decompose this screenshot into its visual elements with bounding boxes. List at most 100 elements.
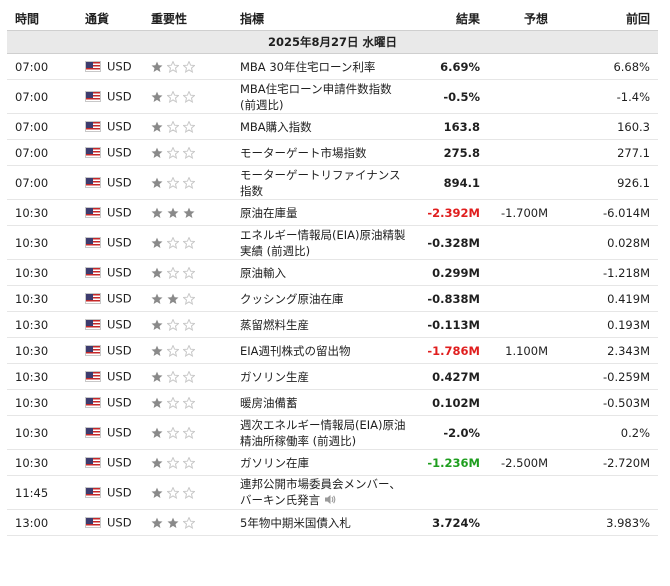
star-filled-icon bbox=[167, 207, 179, 218]
event-importance bbox=[143, 311, 232, 338]
event-time: 07:00 bbox=[7, 165, 77, 200]
column-header-importance[interactable]: 重要性 bbox=[143, 6, 232, 31]
column-header-currency[interactable]: 通貨 bbox=[77, 6, 143, 31]
event-forecast bbox=[488, 389, 556, 416]
event-row[interactable]: 10:30 USD 週次エネルギー情報局(EIA)原油精油所稼働率 (前週比) … bbox=[7, 415, 658, 450]
event-time: 07:00 bbox=[7, 79, 77, 114]
event-row[interactable]: 07:00 USD モーターゲート市場指数 275.8 277.1 bbox=[7, 139, 658, 166]
event-row[interactable]: 11:45 USD 連邦公開市場委員会メンバー、バーキン氏発言 bbox=[7, 475, 658, 510]
event-previous: -6.014M bbox=[556, 199, 658, 226]
event-row[interactable]: 10:30 USD ガソリン生産 0.427M -0.259M bbox=[7, 363, 658, 390]
event-name[interactable]: MBA住宅ローン申請件数指数 (前週比) bbox=[232, 79, 412, 114]
star-filled-icon bbox=[183, 207, 195, 218]
event-name[interactable]: 連邦公開市場委員会メンバー、バーキン氏発言 bbox=[232, 475, 412, 510]
event-name[interactable]: MBA購入指数 bbox=[232, 113, 412, 140]
event-actual: 0.102M bbox=[412, 389, 488, 416]
event-previous: 0.028M bbox=[556, 225, 658, 260]
event-name[interactable]: 蒸留燃料生産 bbox=[232, 311, 412, 338]
star-empty-icon bbox=[167, 61, 179, 73]
event-row[interactable]: 10:30 USD EIA週刊株式の留出物 -1.786M 1.100M 2.3… bbox=[7, 337, 658, 364]
event-row[interactable]: 10:30 USD 蒸留燃料生産 -0.113M 0.193M bbox=[7, 311, 658, 338]
event-name[interactable]: 暖房油備蓄 bbox=[232, 389, 412, 416]
currency-code: USD bbox=[107, 485, 132, 500]
star-filled-icon bbox=[151, 371, 163, 382]
event-row[interactable]: 07:00 USD MBA 30年住宅ローン利率 6.69% 6.68% bbox=[7, 53, 658, 80]
event-previous: 160.3 bbox=[556, 113, 658, 140]
event-name[interactable]: 週次エネルギー情報局(EIA)原油精油所稼働率 (前週比) bbox=[232, 415, 412, 450]
event-row[interactable]: 10:30 USD 暖房油備蓄 0.102M -0.503M bbox=[7, 389, 658, 416]
event-name[interactable]: ガソリン生産 bbox=[232, 363, 412, 390]
column-header-time[interactable]: 時間 bbox=[7, 6, 77, 31]
event-time: 07:00 bbox=[7, 53, 77, 80]
star-empty-icon bbox=[167, 177, 179, 189]
column-header-forecast[interactable]: 予想 bbox=[488, 6, 556, 31]
us-flag-icon bbox=[85, 61, 101, 73]
event-currency: USD bbox=[77, 285, 143, 312]
event-importance bbox=[143, 509, 232, 536]
column-header-actual[interactable]: 結果 bbox=[412, 6, 488, 31]
event-row[interactable]: 10:30 USD 原油輸入 0.299M -1.218M bbox=[7, 259, 658, 286]
event-name[interactable]: ガソリン在庫 bbox=[232, 449, 412, 476]
speaker-icon[interactable] bbox=[324, 493, 336, 509]
event-row[interactable]: 07:00 USD MBA住宅ローン申請件数指数 (前週比) -0.5% -1.… bbox=[7, 79, 658, 114]
event-row[interactable]: 10:30 USD 原油在庫量 -2.392M -1.700M -6.014M bbox=[7, 199, 658, 226]
star-empty-icon bbox=[183, 397, 195, 409]
event-time: 10:30 bbox=[7, 259, 77, 286]
event-actual: -0.838M bbox=[412, 285, 488, 312]
event-previous: 926.1 bbox=[556, 165, 658, 200]
event-row[interactable]: 10:30 USD ガソリン在庫 -1.236M -2.500M -2.720M bbox=[7, 449, 658, 476]
event-actual: 6.69% bbox=[412, 53, 488, 80]
economic-calendar-table: 時間 通貨 重要性 指標 結果 予想 前回 2025年8月27日 水曜日 07:… bbox=[7, 6, 658, 536]
star-empty-icon bbox=[183, 427, 195, 439]
event-row[interactable]: 13:00 USD 5年物中期米国債入札 3.724% 3.983% bbox=[7, 509, 658, 536]
event-name[interactable]: モーターゲート市場指数 bbox=[232, 139, 412, 166]
event-currency: USD bbox=[77, 225, 143, 260]
event-importance bbox=[143, 415, 232, 450]
us-flag-icon bbox=[85, 345, 101, 357]
event-name[interactable]: エネルギー情報局(EIA)原油精製実績 (前週比) bbox=[232, 225, 412, 260]
event-name[interactable]: 5年物中期米国債入札 bbox=[232, 509, 412, 536]
event-importance bbox=[143, 53, 232, 80]
event-forecast bbox=[488, 285, 556, 312]
event-currency: USD bbox=[77, 337, 143, 364]
star-empty-icon bbox=[183, 345, 195, 357]
event-row[interactable]: 10:30 USD エネルギー情報局(EIA)原油精製実績 (前週比) -0.3… bbox=[7, 225, 658, 260]
event-previous: -1.4% bbox=[556, 79, 658, 114]
event-actual: -2.0% bbox=[412, 415, 488, 450]
column-header-event[interactable]: 指標 bbox=[232, 6, 412, 31]
us-flag-icon bbox=[85, 147, 101, 159]
importance-stars bbox=[151, 237, 195, 249]
event-currency: USD bbox=[77, 363, 143, 390]
event-row[interactable]: 07:00 USD モーターゲートリファイナンス指数 894.1 926.1 bbox=[7, 165, 658, 200]
event-actual: -0.328M bbox=[412, 225, 488, 260]
event-forecast: -2.500M bbox=[488, 449, 556, 476]
event-previous: -0.503M bbox=[556, 389, 658, 416]
column-header-previous[interactable]: 前回 bbox=[556, 6, 658, 31]
event-currency: USD bbox=[77, 165, 143, 200]
event-time: 10:30 bbox=[7, 363, 77, 390]
star-empty-icon bbox=[183, 487, 195, 499]
event-time: 10:30 bbox=[7, 225, 77, 260]
event-actual: 894.1 bbox=[412, 165, 488, 200]
event-time: 10:30 bbox=[7, 449, 77, 476]
event-name[interactable]: クッシング原油在庫 bbox=[232, 285, 412, 312]
event-currency: USD bbox=[77, 79, 143, 114]
star-empty-icon bbox=[183, 237, 195, 249]
event-actual bbox=[412, 475, 488, 510]
star-empty-icon bbox=[183, 517, 195, 529]
event-row[interactable]: 10:30 USD クッシング原油在庫 -0.838M 0.419M bbox=[7, 285, 658, 312]
event-name[interactable]: モーターゲートリファイナンス指数 bbox=[232, 165, 412, 200]
star-empty-icon bbox=[183, 147, 195, 159]
event-currency: USD bbox=[77, 389, 143, 416]
event-time: 07:00 bbox=[7, 139, 77, 166]
event-row[interactable]: 07:00 USD MBA購入指数 163.8 160.3 bbox=[7, 113, 658, 140]
event-importance bbox=[143, 259, 232, 286]
event-name[interactable]: 原油在庫量 bbox=[232, 199, 412, 226]
star-empty-icon bbox=[167, 345, 179, 357]
event-name[interactable]: 原油輸入 bbox=[232, 259, 412, 286]
event-name[interactable]: MBA 30年住宅ローン利率 bbox=[232, 53, 412, 80]
us-flag-icon bbox=[85, 487, 101, 499]
star-filled-icon bbox=[151, 319, 163, 330]
event-name[interactable]: EIA週刊株式の留出物 bbox=[232, 337, 412, 364]
star-empty-icon bbox=[167, 427, 179, 439]
